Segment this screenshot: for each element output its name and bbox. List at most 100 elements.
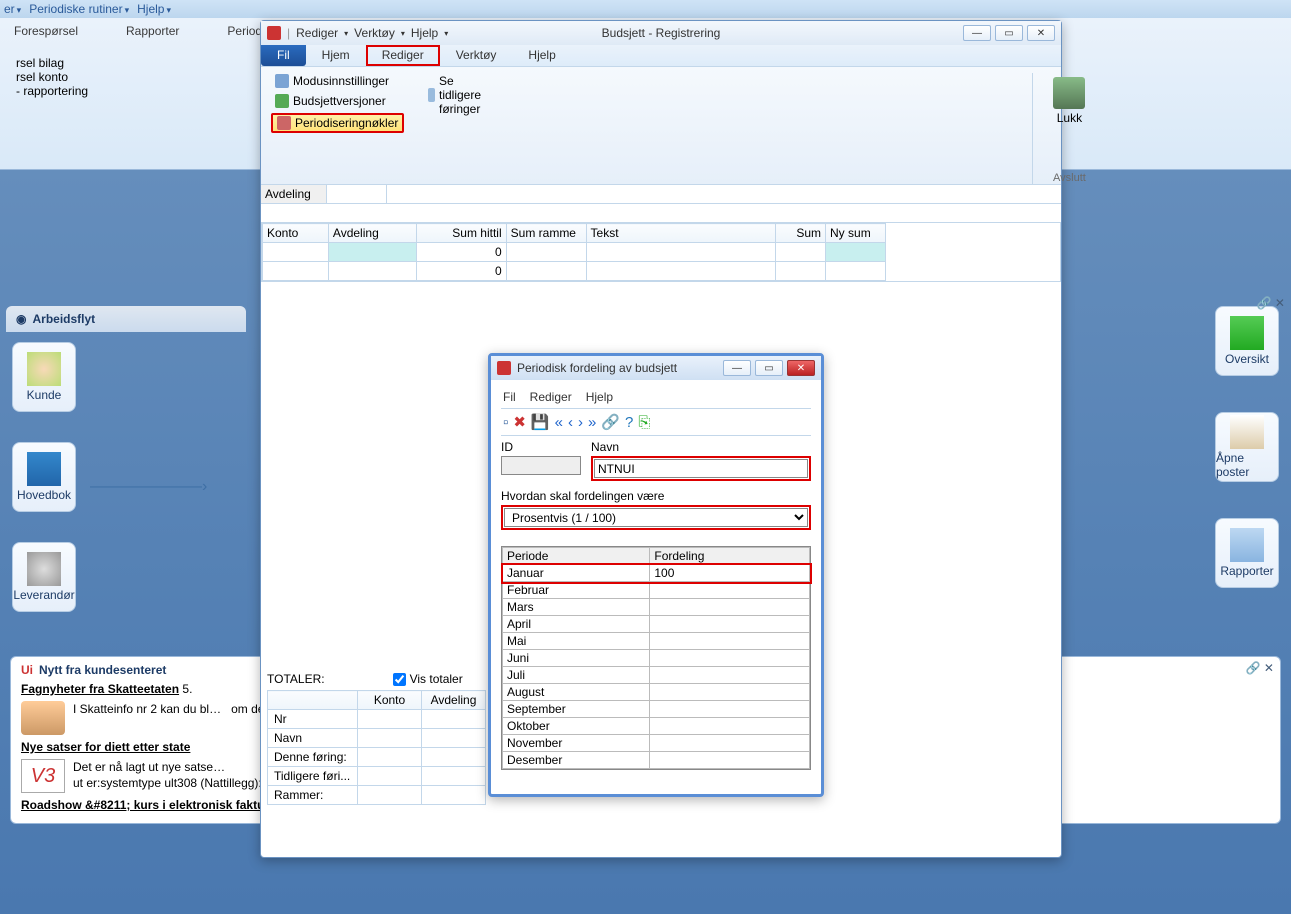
row-nr: Nr [268,710,358,729]
lukk-button[interactable]: Lukk [1043,73,1095,129]
rapporter-card[interactable]: Rapporter [1215,518,1279,588]
month-row[interactable]: April [503,616,810,633]
bg-topmenu[interactable]: er Periodiske rutiner Hjelp [0,0,1291,18]
prev-icon[interactable]: ‹ [568,414,573,431]
menu-rediger[interactable]: Rediger [530,390,572,404]
close-button[interactable]: ✕ [787,360,815,376]
leverandor-card[interactable]: Leverandør [12,542,76,612]
hovedbok-card[interactable]: Hovedbok [12,442,76,512]
col-fordeling: Fordeling [650,548,810,565]
minimize-button[interactable]: — [723,360,751,376]
link[interactable]: rsel bilag [16,56,266,70]
col-periode: Periode [503,548,650,565]
month-row[interactable]: Juli [503,667,810,684]
rediger-tab[interactable]: Rediger [366,45,440,66]
oversikt-card[interactable]: Oversikt [1215,306,1279,376]
grid-row[interactable]: 0 [263,243,886,262]
month-row[interactable]: Oktober [503,718,810,735]
news-link[interactable]: Nye satser for diett etter state [21,740,190,754]
maximize-button[interactable]: ▭ [995,25,1023,41]
gear-icon [275,74,289,88]
dialog-menu[interactable]: Fil Rediger Hjelp [501,386,811,408]
apne-poster-card[interactable]: Åpne poster [1215,412,1279,482]
title-bar[interactable]: | Rediger▾ Verktøy▾ Hjelp▾ Budsjett - Re… [261,21,1061,45]
months-table[interactable]: PeriodeFordeling Januar100 Februar Mars … [501,546,811,770]
col-sumramme[interactable]: Sum ramme [506,224,586,243]
dialog-titlebar[interactable]: Periodisk fordeling av budsjett — ▭ ✕ [491,356,821,380]
col-nysum[interactable]: Ny sum [826,224,886,243]
th-avdeling: Avdeling [422,691,486,710]
budget-grid[interactable]: Konto Avdeling Sum hittil Sum ramme Teks… [261,222,1061,282]
month-row[interactable]: Juni [503,650,810,667]
history-icon [428,88,435,102]
maximize-button[interactable]: ▭ [755,360,783,376]
col-sumhittil[interactable]: Sum hittil [416,224,506,243]
link[interactable]: - rapportering [16,84,266,98]
link[interactable]: rsel konto [16,70,266,84]
month-row[interactable]: Januar100 [503,565,810,582]
se-tidligere-button[interactable]: Se tidligere føringer [424,73,492,117]
dialog-title: Periodisk fordeling av budsjett [517,361,677,375]
menu-fil[interactable]: Fil [503,390,516,404]
navn-field[interactable] [594,459,808,478]
workflow-icon: ◉ [16,312,26,326]
hjelp-tab[interactable]: Hjelp [512,45,571,66]
help-icon[interactable]: ? [625,414,633,431]
chart-icon [1230,528,1264,562]
tab[interactable]: Forespørsel [10,22,82,40]
delete-icon[interactable]: ✖ [513,413,526,431]
menu-item[interactable]: Rediger [296,26,338,40]
menu-item[interactable]: Hjelp [135,2,173,16]
budsjettversjoner-button[interactable]: Budsjettversjoner [271,93,404,109]
th-konto: Konto [358,691,422,710]
row-denne: Denne føring: [268,748,358,767]
row-rammer: Rammer: [268,786,358,805]
pin-icon[interactable]: 🔗 ✕ [1257,296,1285,310]
verktoy-tab[interactable]: Verktøy [440,45,513,66]
month-row[interactable]: Desember [503,752,810,769]
hjem-tab[interactable]: Hjem [306,45,366,66]
last-icon[interactable]: » [588,414,596,431]
first-icon[interactable]: « [555,414,563,431]
vis-totaler-checkbox[interactable] [393,673,406,686]
next-icon[interactable]: › [578,414,583,431]
fordeling-select[interactable]: Prosentvis (1 / 100) [504,508,808,527]
new-icon[interactable]: ▫ [503,414,508,431]
link-icon[interactable]: 🔗 [601,413,620,431]
exit-icon[interactable]: ⎘ [638,414,650,431]
id-field[interactable] [501,456,581,475]
people-icon [21,701,65,735]
month-row[interactable]: Mars [503,599,810,616]
month-row[interactable]: Mai [503,633,810,650]
news-link[interactable]: Fagnyheter fra Skatteetaten [21,682,179,696]
modus-button[interactable]: Modusinnstillinger [271,73,404,89]
col-konto[interactable]: Konto [263,224,329,243]
col-tekst[interactable]: Tekst [586,224,776,243]
month-row[interactable]: September [503,701,810,718]
close-button[interactable]: ✕ [1027,25,1055,41]
col-avdeling[interactable]: Avdeling [328,224,416,243]
kunde-card[interactable]: Kunde [12,342,76,412]
save-icon[interactable]: 💾 [531,413,550,431]
tab[interactable]: Rapporter [122,22,183,40]
col-sum[interactable]: Sum [776,224,826,243]
pin-icon[interactable]: 🔗 ✕ [1246,661,1274,675]
grid-row[interactable]: 0 [263,262,886,281]
menu-item[interactable]: er [2,2,23,16]
ribbon-tabs[interactable]: Fil Hjem Rediger Verktøy Hjelp [261,45,1061,67]
month-row[interactable]: Februar [503,582,810,599]
menu-item[interactable]: Verktøy [354,26,395,40]
id-label: ID [501,440,581,454]
versions-icon [275,94,289,108]
dialog-toolbar[interactable]: ▫ ✖ 💾 « ‹ › » 🔗 ? ⎘ [501,408,811,436]
avdeling-filter-input[interactable] [327,185,387,203]
minimize-button[interactable]: — [963,25,991,41]
periodiseringnokler-button[interactable]: Periodiseringnøkler [271,113,404,133]
menu-item[interactable]: Hjelp [411,26,438,40]
month-row[interactable]: August [503,684,810,701]
menu-item[interactable]: Periodiske rutiner [27,2,131,16]
flow-arrow-icon: ———————› [90,478,207,496]
month-row[interactable]: November [503,735,810,752]
menu-hjelp[interactable]: Hjelp [586,390,613,404]
fil-tab[interactable]: Fil [261,45,306,66]
